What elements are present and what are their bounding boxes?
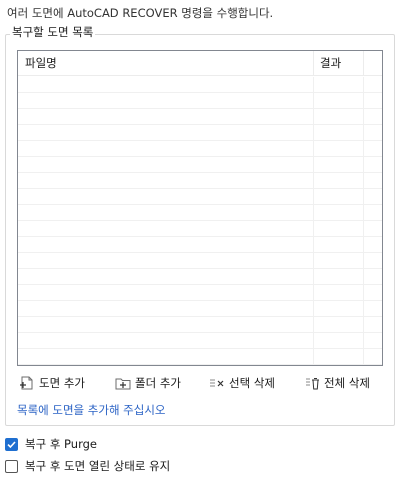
remove-selected-label: 선택 삭제 [229,376,275,390]
add-folder-icon [114,374,132,392]
list-row-empty [18,253,382,269]
remove-selected-icon [208,374,226,392]
purge-option[interactable]: 복구 후 Purge [5,436,97,452]
list-row-empty [18,221,382,237]
list-row-empty [18,141,382,157]
file-list[interactable]: 파일명 결과 [17,50,383,366]
column-header-result[interactable]: 결과 [313,51,363,76]
list-row-empty [18,77,382,93]
list-row-empty [18,301,382,317]
add-folder-label: 폴더 추가 [135,376,181,390]
list-row-empty [18,285,382,301]
column-header-filename[interactable]: 파일명 [18,51,313,76]
list-rows [18,77,382,365]
trash-icon [303,374,321,392]
list-row-empty [18,189,382,205]
list-row-empty [18,317,382,333]
purge-checkbox[interactable] [5,437,18,451]
list-row-empty [18,173,382,189]
list-row-empty [18,125,382,141]
list-row-empty [18,333,382,349]
keep-open-label: 복구 후 도면 열린 상태로 유지 [25,459,171,473]
add-folder-button[interactable]: 폴더 추가 [114,374,181,392]
column-gridline [363,77,364,365]
list-row-empty [18,237,382,253]
add-drawing-button[interactable]: 도면 추가 [18,374,85,392]
remove-all-button[interactable]: 전체 삭제 [303,374,370,392]
column-header-blank [363,51,382,76]
column-gridline [313,77,314,365]
instruction-text: 여러 도면에 AutoCAD RECOVER 명령을 수행합니다. [7,6,274,20]
checkmark-icon [7,440,16,448]
purge-label: 복구 후 Purge [25,437,97,451]
keep-open-checkbox[interactable] [5,459,18,473]
remove-selected-button[interactable]: 선택 삭제 [208,374,275,392]
recover-dialog: 여러 도면에 AutoCAD RECOVER 명령을 수행합니다. 복구할 도면… [0,0,400,480]
group-label: 복구할 도면 목록 [10,24,96,40]
list-row-empty [18,269,382,285]
remove-all-label: 전체 삭제 [324,376,370,390]
add-drawing-icon [18,374,36,392]
keep-open-option[interactable]: 복구 후 도면 열린 상태로 유지 [5,458,170,474]
add-drawings-hint-link[interactable]: 목록에 도면을 추가해 주십시오 [17,402,166,418]
add-drawing-label: 도면 추가 [39,376,85,390]
list-header: 파일명 결과 [18,51,382,76]
list-row-empty [18,93,382,109]
list-toolbar: 도면 추가 폴더 추가 선택 삭제 전체 삭제 [18,374,382,392]
list-row-empty [18,109,382,125]
list-row-empty [18,349,382,365]
list-row-empty [18,205,382,221]
list-row-empty [18,157,382,173]
